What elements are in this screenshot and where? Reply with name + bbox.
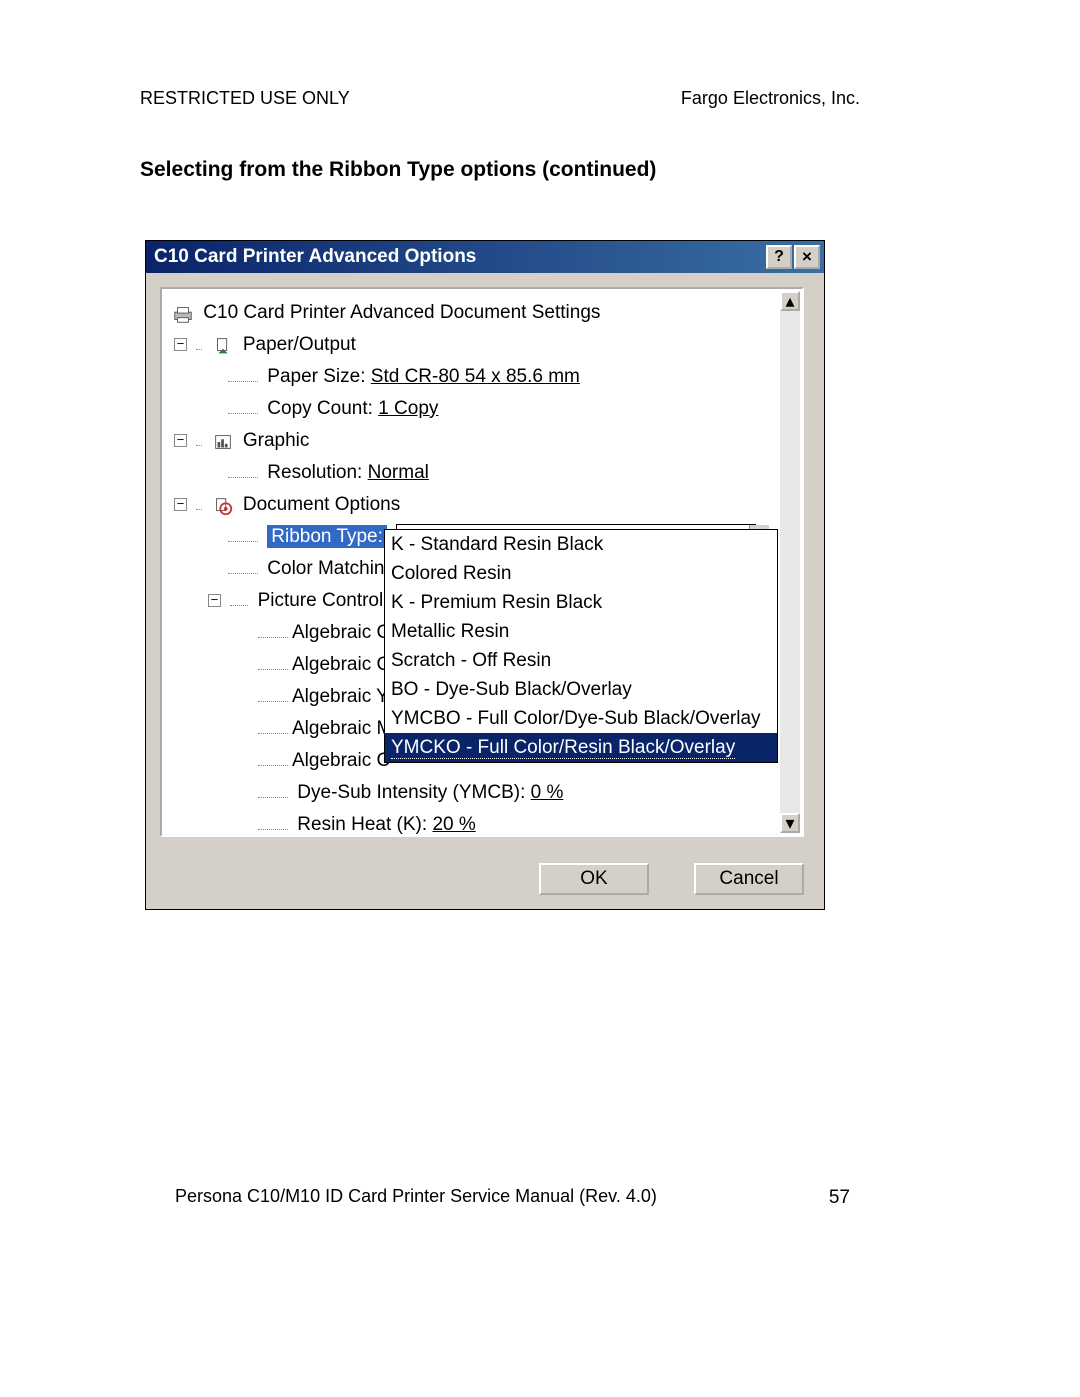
dropdown-item[interactable]: K - Standard Resin Black xyxy=(385,530,777,559)
resin-heat-label: Resin Heat (K): xyxy=(297,814,432,835)
resolution-label: Resolution: xyxy=(267,462,367,483)
algebraic-row: Algebraic G xyxy=(292,654,391,675)
dropdown-item[interactable]: BO - Dye-Sub Black/Overlay xyxy=(385,675,777,704)
color-matching-label: Color Matching xyxy=(267,558,395,579)
advanced-options-dialog: C10 Card Printer Advanced Options ? × C1… xyxy=(145,240,825,910)
dropdown-item[interactable]: Metallic Resin xyxy=(385,617,777,646)
close-button[interactable]: × xyxy=(794,245,820,269)
dyesub-intensity-value[interactable]: 0 % xyxy=(531,782,564,803)
dropdown-item-selected[interactable]: YMCKO - Full Color/Resin Black/Overlay xyxy=(385,733,777,762)
expand-toggle[interactable]: − xyxy=(174,498,187,511)
graphic-icon xyxy=(212,431,234,451)
resolution-value[interactable]: Normal xyxy=(368,462,429,483)
dropdown-item[interactable]: K - Premium Resin Black xyxy=(385,588,777,617)
help-button[interactable]: ? xyxy=(766,245,792,269)
settings-tree[interactable]: C10 Card Printer Advanced Document Setti… xyxy=(160,287,804,837)
dropdown-item[interactable]: Scratch - Off Resin xyxy=(385,646,777,675)
algebraic-row: Algebraic C xyxy=(292,750,390,771)
cancel-button[interactable]: Cancel xyxy=(694,863,804,895)
title-bar[interactable]: C10 Card Printer Advanced Options ? × xyxy=(146,241,824,273)
tree-scrollbar[interactable]: ▴ ▾ xyxy=(780,291,800,833)
document-options-icon xyxy=(212,495,234,515)
section-title: Selecting from the Ribbon Type options (… xyxy=(140,158,656,182)
ok-button[interactable]: OK xyxy=(539,863,649,895)
algebraic-row: Algebraic M xyxy=(292,718,392,739)
expand-toggle[interactable]: − xyxy=(208,594,221,607)
ribbon-type-label[interactable]: Ribbon Type: xyxy=(267,525,387,548)
paper-size-label: Paper Size: xyxy=(267,366,371,387)
document-options-label: Document Options xyxy=(243,494,400,515)
header-restricted: RESTRICTED USE ONLY xyxy=(140,88,350,109)
dialog-title: C10 Card Printer Advanced Options xyxy=(154,246,764,268)
footer-page-number: 57 xyxy=(829,1187,850,1209)
header-company: Fargo Electronics, Inc. xyxy=(681,88,860,109)
picture-controls-label: Picture Control xyxy=(258,590,384,611)
expand-toggle[interactable]: − xyxy=(174,434,187,447)
dropdown-item[interactable]: YMCBO - Full Color/Dye-Sub Black/Overlay xyxy=(385,704,777,733)
dropdown-item[interactable]: Colored Resin xyxy=(385,559,777,588)
paper-output-label: Paper/Output xyxy=(243,334,356,355)
dyesub-intensity-label: Dye-Sub Intensity (YMCB): xyxy=(297,782,530,803)
resin-heat-value[interactable]: 20 % xyxy=(432,814,475,835)
graphic-label: Graphic xyxy=(243,430,310,451)
paper-size-value[interactable]: Std CR-80 54 x 85.6 mm xyxy=(371,366,580,387)
tree-root-label: C10 Card Printer Advanced Document Setti… xyxy=(203,302,600,323)
copy-count-label: Copy Count: xyxy=(267,398,378,419)
scroll-up-button[interactable]: ▴ xyxy=(780,291,800,311)
scroll-down-button[interactable]: ▾ xyxy=(780,813,800,833)
printer-icon xyxy=(172,303,194,323)
algebraic-row: Algebraic C xyxy=(292,622,390,643)
copy-count-value[interactable]: 1 Copy xyxy=(378,398,438,419)
paper-output-icon xyxy=(212,335,234,355)
expand-toggle[interactable]: − xyxy=(174,338,187,351)
footer-manual-name: Persona C10/M10 ID Card Printer Service … xyxy=(175,1186,657,1207)
algebraic-row: Algebraic Y xyxy=(292,686,389,707)
ribbon-type-dropdown[interactable]: K - Standard Resin Black Colored Resin K… xyxy=(384,529,778,763)
